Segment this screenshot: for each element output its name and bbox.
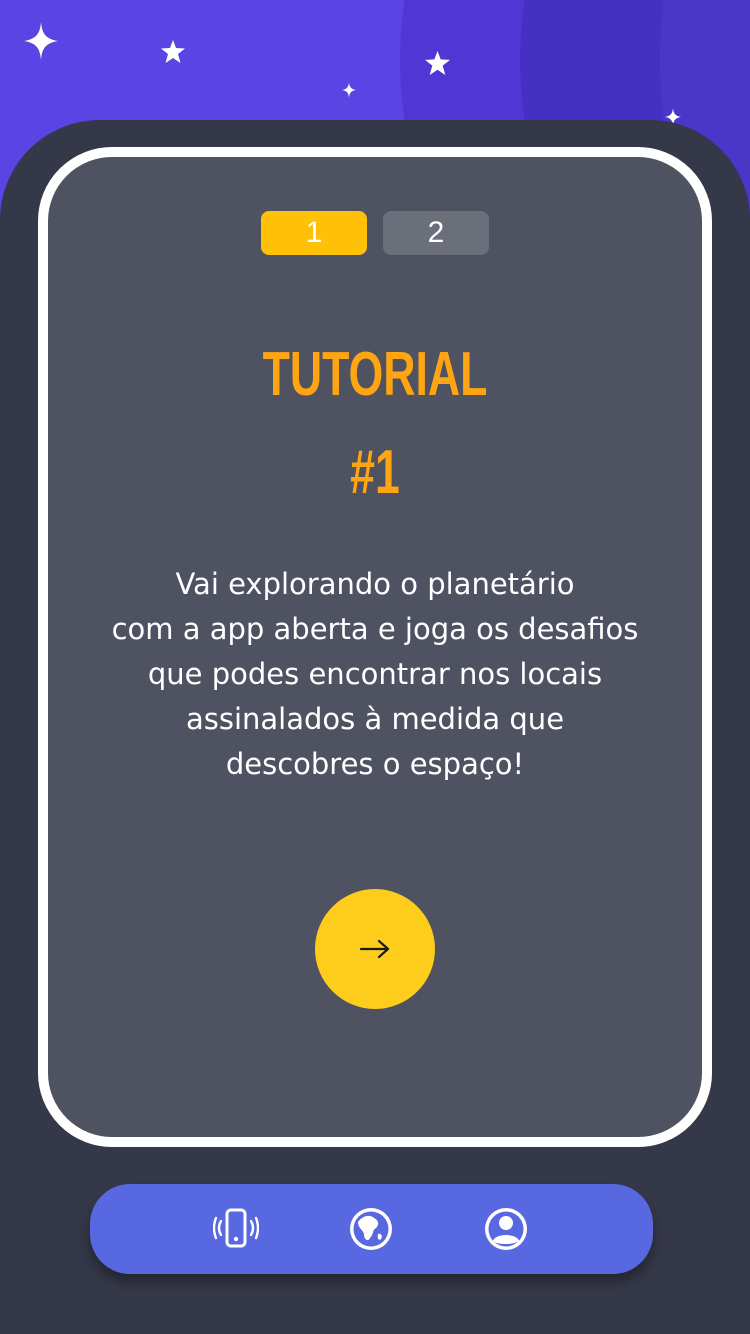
description-line: Vai explorando o planetário	[175, 567, 575, 601]
description-line: assinalados à medida que	[185, 702, 565, 736]
tutorial-title: TUTORIAL	[262, 340, 488, 409]
nav-item-globe[interactable]	[348, 1206, 394, 1252]
next-button[interactable]	[315, 889, 435, 1009]
description-line: com a app aberta e joga os desafios	[111, 612, 639, 646]
tutorial-number: #1	[350, 438, 400, 507]
step-2-tab[interactable]: 2	[383, 211, 489, 255]
tutorial-description: Vai explorando o planetário com a app ab…	[78, 562, 672, 787]
nav-item-vibrate[interactable]	[213, 1206, 259, 1252]
description-line: descobres o espaço!	[225, 747, 525, 781]
user-profile-icon	[485, 1208, 527, 1250]
star-icon	[425, 51, 450, 75]
bottom-nav	[90, 1184, 653, 1274]
nav-item-profile[interactable]	[483, 1206, 529, 1252]
arrow-right-icon	[359, 939, 390, 959]
step-indicator: 1 2	[48, 211, 702, 255]
step-1-tab[interactable]: 1	[261, 211, 367, 255]
sparkle-icon	[24, 22, 58, 60]
description-line: que podes encontrar nos locais	[147, 657, 603, 691]
star-icon	[161, 40, 185, 63]
tutorial-card: 1 2 TUTORIAL #1 Vai explorando o planetá…	[38, 147, 712, 1147]
sparkle-icon	[342, 82, 356, 98]
phone-vibrate-icon	[213, 1208, 259, 1248]
globe-icon	[350, 1208, 392, 1250]
